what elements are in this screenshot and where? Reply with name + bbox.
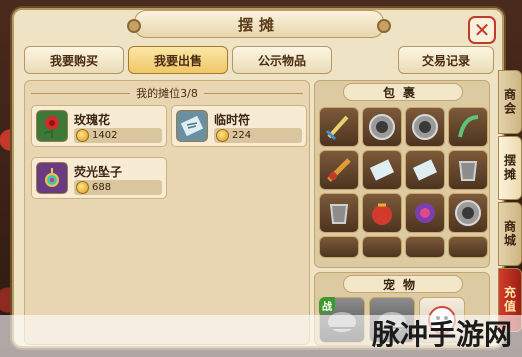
- stall-item-pendant[interactable]: 荧光坠子 688: [31, 157, 167, 199]
- tab-trade-records[interactable]: 交易记录: [398, 46, 494, 74]
- tab-bar: 我要购买 我要出售 公示物品 交易记录: [24, 46, 494, 76]
- side-tab-stall[interactable]: 摆摊: [498, 136, 522, 200]
- price-field: 688: [74, 180, 162, 195]
- tab-buy[interactable]: 我要购买: [24, 46, 124, 74]
- item-price: 688: [92, 182, 112, 193]
- bowl-icon[interactable]: [405, 107, 445, 147]
- jade-hook-icon[interactable]: [448, 107, 488, 147]
- stall-window: 摆摊 ✕ 我要购买 我要出售 公示物品 交易记录 我的摊位3/8 玫瑰花 140…: [12, 8, 504, 348]
- side-tab-commerce[interactable]: 商会: [498, 70, 522, 134]
- bowl-icon[interactable]: [362, 107, 402, 147]
- close-icon: ✕: [473, 18, 491, 42]
- tab-sell[interactable]: 我要出售: [128, 46, 228, 74]
- inventory-grid: [319, 107, 488, 258]
- coin-icon: [216, 129, 229, 142]
- tab-public-items[interactable]: 公示物品: [232, 46, 332, 74]
- armor-icon[interactable]: [448, 150, 488, 190]
- window-title-bar: 摆摊: [127, 10, 391, 38]
- armor-icon[interactable]: [319, 193, 359, 233]
- fan-icon[interactable]: [319, 150, 359, 190]
- item-price: 1402: [92, 130, 118, 141]
- red-bag-icon[interactable]: [362, 193, 402, 233]
- talisman-icon: [176, 110, 208, 142]
- sword-icon[interactable]: [319, 236, 359, 258]
- inventory-panel: 包裹: [314, 80, 490, 268]
- price-field: 1402: [74, 128, 162, 143]
- item-name: 荧光坠子: [74, 165, 123, 179]
- bowl-icon[interactable]: [448, 193, 488, 233]
- item-name: 玫瑰花: [74, 113, 111, 127]
- title-ornament-left: [127, 19, 141, 33]
- coin-icon: [76, 129, 89, 142]
- gem-icon[interactable]: [405, 193, 445, 233]
- scroll-icon[interactable]: [405, 150, 445, 190]
- watermark-overlay: 脉冲手游网: [0, 315, 522, 357]
- side-tab-mall[interactable]: 商城: [498, 202, 522, 266]
- sword-icon[interactable]: [405, 236, 445, 258]
- inventory-header: 包裹: [343, 83, 463, 101]
- battle-badge: 战: [319, 297, 335, 313]
- stall-item-rose[interactable]: 玫瑰花 1402: [31, 105, 167, 147]
- stall-header: 我的摊位3/8: [25, 85, 309, 101]
- item-name: 临时符: [214, 113, 251, 127]
- belt-icon[interactable]: [448, 236, 488, 258]
- my-stall-panel: 我的摊位3/8 玫瑰花 1402 临时符 224 荧光坠子 688: [24, 80, 310, 345]
- sword-icon[interactable]: [319, 107, 359, 147]
- title-ornament-right: [377, 19, 391, 33]
- close-button[interactable]: ✕: [468, 16, 496, 44]
- price-field: 224: [214, 128, 302, 143]
- window-title: 摆摊: [237, 15, 280, 34]
- rose-icon: [36, 110, 68, 142]
- watermark-text: 脉冲手游网: [371, 318, 512, 351]
- pet-header: 宠物: [343, 275, 463, 293]
- helmet-icon[interactable]: [362, 236, 402, 258]
- stall-item-talisman[interactable]: 临时符 224: [171, 105, 307, 147]
- coin-icon: [76, 181, 89, 194]
- pendant-icon: [36, 162, 68, 194]
- item-price: 224: [232, 130, 252, 141]
- scroll-icon[interactable]: [362, 150, 402, 190]
